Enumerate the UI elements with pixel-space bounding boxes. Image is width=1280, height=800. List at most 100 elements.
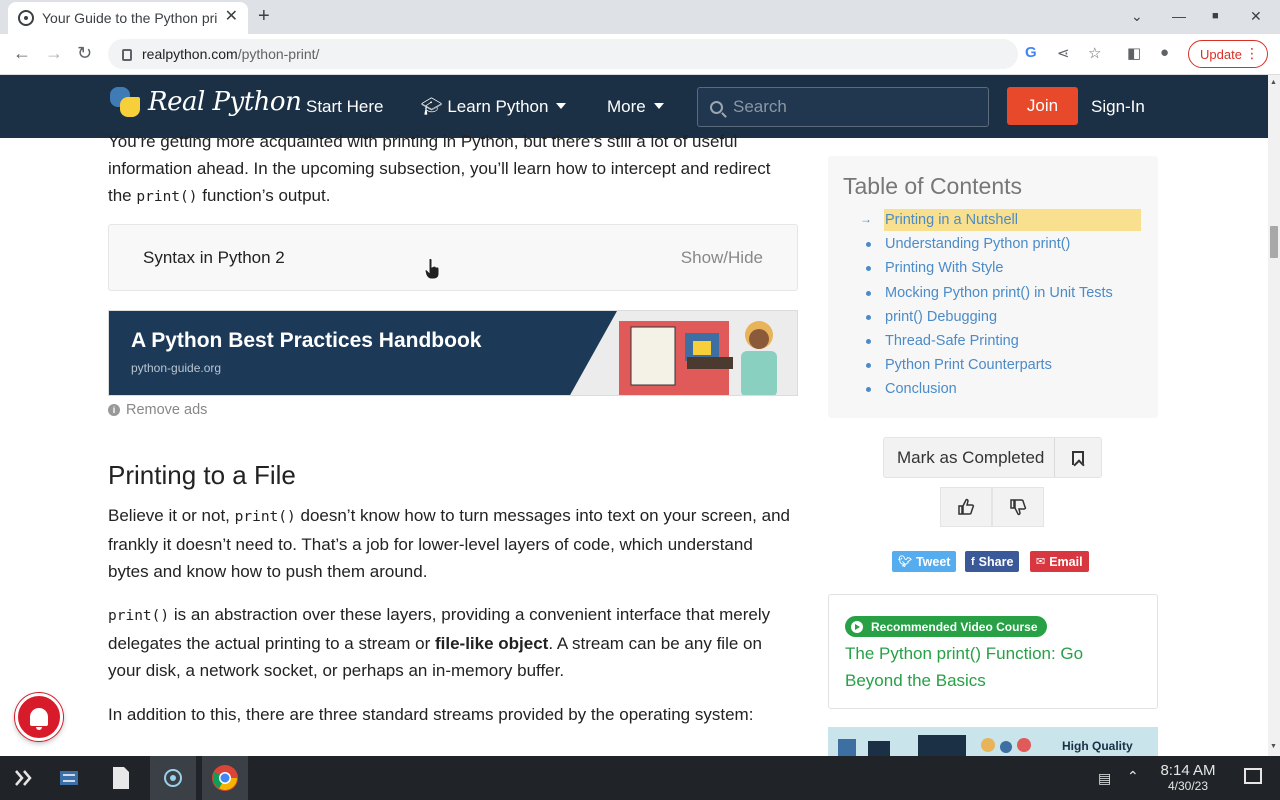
nav-start-here[interactable]: Start Here: [306, 97, 383, 117]
taskbar: ▤ ⌃ 8:14 AM 4/30/23: [0, 756, 1280, 800]
reload-icon[interactable]: ↻: [77, 43, 92, 63]
ad-banner[interactable]: A Python Best Practices Handbook python-…: [108, 310, 798, 396]
collapsible-section[interactable]: Syntax in Python 2 Show/Hide: [108, 224, 798, 291]
signin-link[interactable]: Sign-In: [1091, 97, 1145, 117]
bookmark-icon[interactable]: [1072, 451, 1084, 465]
bell-icon: [30, 708, 48, 730]
graduation-cap-icon: 🎓︎: [421, 97, 443, 116]
profile-icon[interactable]: ●: [1160, 44, 1169, 61]
ad-illustration: [569, 311, 797, 395]
browser-tab[interactable]: Your Guide to the Python print() Functio…: [8, 2, 248, 34]
toc-item[interactable]: Mocking Python print() in Unit Tests: [842, 281, 1113, 305]
table-of-contents: Table of Contents → Printing in a Nutshel…: [828, 156, 1158, 418]
recommended-badge-label: Recommended Video Course: [871, 619, 1038, 634]
side-panel-icon[interactable]: ◧: [1127, 44, 1141, 62]
show-desktop-icon[interactable]: [1244, 768, 1262, 784]
chevron-up-icon[interactable]: ⌃: [1127, 768, 1139, 785]
caret-down-icon: [653, 102, 664, 109]
nav-more[interactable]: More: [607, 97, 664, 117]
play-icon: [851, 620, 863, 633]
clock[interactable]: 8:14 AM 4/30/23: [1152, 762, 1224, 794]
notification-bell-button[interactable]: [15, 693, 63, 741]
close-tab-icon[interactable]: ✕: [225, 9, 238, 25]
tweet-label: Tweet: [915, 554, 951, 569]
close-window-icon[interactable]: ✕: [1250, 8, 1262, 25]
clipboard-icon[interactable]: ▤: [1098, 770, 1111, 787]
file-icon[interactable]: [98, 756, 144, 800]
arrow-right-icon: →: [860, 212, 872, 226]
bullet-icon: [866, 314, 871, 320]
scroll-up-icon[interactable]: ▲: [1270, 79, 1277, 86]
recommended-course-card[interactable]: Recommended Video Course The Python prin…: [828, 594, 1158, 709]
url-host: realpython.com: [142, 46, 238, 62]
paragraph-3: In addition to this, there are three sta…: [108, 705, 754, 724]
info-icon: i: [108, 404, 120, 416]
nav-more-label: More: [607, 97, 646, 116]
forward-icon[interactable]: →: [45, 43, 63, 63]
toc-list: → Printing in a Nutshell Understanding Py…: [842, 208, 1141, 402]
toc-item[interactable]: → Printing in a Nutshell: [842, 208, 1141, 232]
inline-code: print(): [108, 608, 170, 624]
maximize-icon[interactable]: ■: [1212, 10, 1219, 22]
envelope-icon: ✉: [1036, 556, 1046, 568]
page-scrollbar[interactable]: ▲ ▼: [1268, 75, 1280, 756]
paragraph-2: print() is an abstraction over these lay…: [108, 601, 798, 684]
bookmark-star-icon[interactable]: ☆: [1088, 44, 1101, 62]
minimize-icon[interactable]: —: [1172, 8, 1186, 24]
thumbs-down-button[interactable]: [992, 487, 1044, 527]
update-button[interactable]: Update ⋮: [1188, 40, 1268, 68]
url-field[interactable]: realpython.com/python-print/: [108, 39, 1018, 69]
facebook-share-button[interactable]: f Share: [965, 551, 1020, 572]
bullet-icon: [866, 290, 871, 296]
mark-completed-label: Mark as Completed: [897, 447, 1045, 467]
paragraph-1: Believe it or not, print() doesn’t know …: [108, 502, 798, 585]
recommended-course-link[interactable]: The Python print() Function: Go Beyond t…: [845, 640, 1135, 694]
toc-item[interactable]: Conclusion: [842, 377, 1113, 401]
ad-url: python-guide.org: [131, 361, 222, 375]
remove-ads-link[interactable]: i Remove ads: [108, 402, 207, 418]
toc-item[interactable]: print() Debugging: [842, 305, 1113, 329]
toc-item[interactable]: Thread-Safe Printing: [842, 329, 1113, 353]
update-label: Update: [1200, 46, 1242, 62]
sidebar-ad[interactable]: High Quality: [828, 727, 1158, 756]
show-hide-toggle[interactable]: Show/Hide: [681, 248, 763, 268]
google-icon[interactable]: G: [1025, 44, 1037, 61]
menu-dots-icon: ⋮: [1245, 45, 1259, 61]
toc-item[interactable]: Printing With Style: [842, 256, 1113, 280]
clock-time: 8:14 AM: [1160, 762, 1216, 779]
scroll-thumb[interactable]: [1270, 226, 1278, 258]
toc-item[interactable]: Python Print Counterparts: [842, 353, 1113, 377]
search-icon: [710, 100, 723, 114]
site-logo[interactable]: Real Python: [108, 85, 302, 119]
app-launcher-icon[interactable]: [0, 756, 46, 800]
mark-completed-button[interactable]: Mark as Completed: [883, 437, 1102, 478]
ad-illustration: [838, 735, 1031, 756]
join-button[interactable]: Join: [1007, 87, 1078, 125]
new-tab-icon[interactable]: +: [258, 6, 270, 26]
share-icon[interactable]: ⋖: [1057, 44, 1070, 62]
chrome-icon[interactable]: [202, 756, 248, 800]
section-heading: Printing to a File: [108, 460, 296, 490]
intro-line-1: You’re getting more acquainted with prin…: [108, 132, 738, 151]
intro-the: the: [108, 186, 132, 205]
toc-title: Table of Contents: [843, 173, 1023, 199]
address-bar-row: ← → ↻ realpython.com/python-print/ G ⋖ ☆…: [0, 34, 1280, 75]
settings-sliders-icon[interactable]: [46, 756, 92, 800]
share-label: Share: [978, 554, 1014, 569]
site-search[interactable]: [697, 87, 989, 127]
scroll-down-icon[interactable]: ▼: [1270, 743, 1277, 750]
bullet-icon: [866, 338, 871, 344]
back-icon[interactable]: ←: [13, 43, 31, 63]
thumbs-down-icon: [1010, 499, 1027, 516]
email-button[interactable]: ✉ Email: [1030, 551, 1089, 572]
intro-tail: function’s output.: [202, 186, 331, 205]
tweet-button[interactable]: 🐦︎ Tweet: [892, 551, 957, 572]
thumbs-up-button[interactable]: [940, 487, 992, 527]
nav-learn-python[interactable]: 🎓︎ Learn Python: [421, 97, 567, 117]
twitter-icon: 🐦︎: [898, 556, 912, 568]
tab-search-icon[interactable]: ⌄: [1131, 8, 1143, 25]
discover-store-icon[interactable]: [150, 756, 196, 800]
toc-item[interactable]: Understanding Python print(): [842, 232, 1113, 256]
search-input[interactable]: [733, 97, 973, 117]
p1-start: Believe it or not,: [108, 506, 230, 525]
